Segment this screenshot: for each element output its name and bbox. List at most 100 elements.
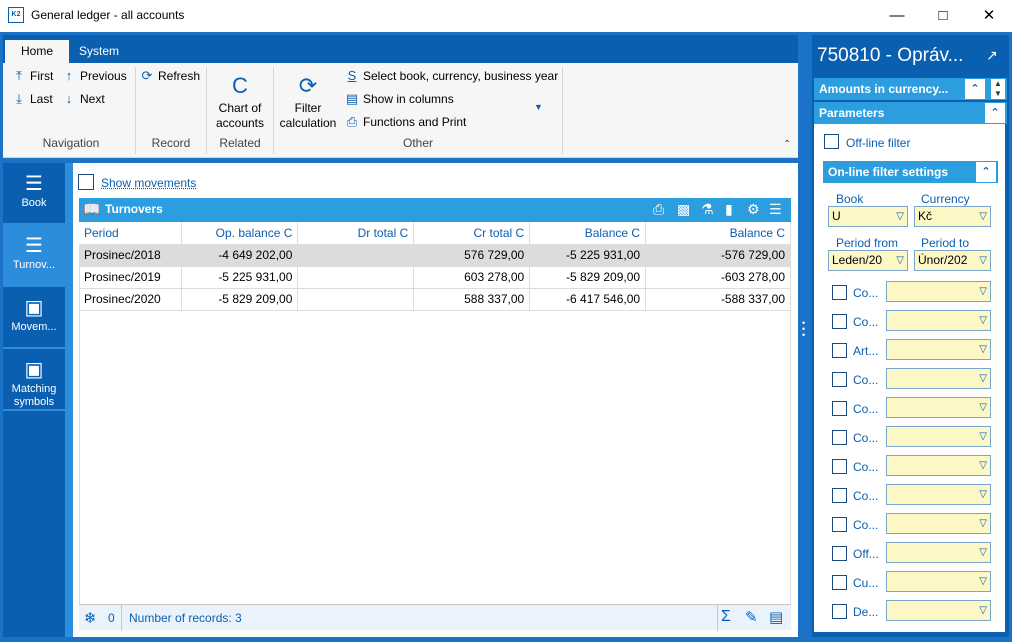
dropdown-icon[interactable]: ▽ xyxy=(979,572,987,591)
filter-checkbox[interactable] xyxy=(832,285,847,300)
checkbox[interactable] xyxy=(78,174,94,190)
sum-icon[interactable]: Σ xyxy=(721,608,731,626)
snowflake-icon[interactable]: ❄ xyxy=(84,609,97,627)
dropdown-icon[interactable]: ▽ xyxy=(979,311,987,330)
printer-icon[interactable]: ⎙ xyxy=(653,201,664,218)
column-header[interactable]: Cr total C xyxy=(413,222,531,245)
chevron-down-icon[interactable]: ▼ xyxy=(534,97,543,117)
last-button[interactable]: ⤓ Last xyxy=(12,89,53,109)
dropdown-icon[interactable]: ▽ xyxy=(979,514,987,533)
dropdown-icon[interactable]: ▽ xyxy=(979,282,987,301)
add-record-icon[interactable]: ▤ xyxy=(769,608,783,626)
show-movements-label[interactable]: Show movements xyxy=(101,176,196,190)
filter-input[interactable]: ▽ xyxy=(886,484,991,505)
filter-input[interactable]: ▽ xyxy=(886,368,991,389)
filter-checkbox[interactable] xyxy=(832,430,847,445)
show-in-columns-button[interactable]: ▤ Show in columns xyxy=(345,89,454,109)
close-button[interactable]: ✕ xyxy=(966,0,1012,32)
splitter-handle[interactable]: • • • xyxy=(802,319,805,340)
column-header[interactable]: Op. balance C xyxy=(181,222,299,245)
tree-icon[interactable]: ⚗ xyxy=(701,201,714,218)
column-header[interactable]: Dr total C xyxy=(297,222,415,245)
select-s-icon: S xyxy=(347,68,357,83)
dropdown-icon[interactable]: ▽ xyxy=(979,427,987,446)
filter-input[interactable]: ▽ xyxy=(886,426,991,447)
menu-icon[interactable]: ☰ xyxy=(769,201,782,218)
dropdown-icon[interactable]: ▽ xyxy=(979,207,987,226)
dropdown-icon[interactable]: ▽ xyxy=(896,207,904,226)
filter-checkbox[interactable] xyxy=(832,488,847,503)
filter-checkbox[interactable] xyxy=(832,343,847,358)
filter-checkbox[interactable] xyxy=(832,575,847,590)
table-row[interactable]: Prosinec/2018 -4 649 202,00 576 729,00 -… xyxy=(79,244,791,267)
offline-filter-checkbox[interactable] xyxy=(824,134,839,149)
filter-checkbox[interactable] xyxy=(832,459,847,474)
period-from-input[interactable]: Leden/20 ▽ xyxy=(828,250,908,271)
offline-filter-label[interactable]: Off-line filter xyxy=(846,136,910,150)
filter-input[interactable]: ▽ xyxy=(886,281,991,302)
tab-system[interactable]: System xyxy=(63,40,135,63)
period-to-input[interactable]: Únor/202 ▽ xyxy=(914,250,991,271)
filter-input[interactable]: ▽ xyxy=(886,339,991,360)
filter-calculation-button[interactable]: ⟳ Filter calculation xyxy=(276,73,340,131)
filter-checkbox[interactable] xyxy=(832,517,847,532)
collapse-ribbon-icon[interactable]: ⌃ xyxy=(783,135,791,155)
filter-input[interactable]: ▽ xyxy=(886,310,991,331)
nav-item-turnovers[interactable]: ☰ Turnov... xyxy=(3,225,65,287)
previous-button[interactable]: ↑ Previous xyxy=(62,66,127,86)
external-link-icon[interactable]: ↗ xyxy=(986,47,998,64)
table-row[interactable]: Prosinec/2019 -5 225 931,00 603 278,00 -… xyxy=(79,266,791,289)
filter-checkbox[interactable] xyxy=(832,546,847,561)
nav-item-movements[interactable]: ▣ Movem... xyxy=(3,287,65,349)
first-button[interactable]: ⤒ First xyxy=(12,66,53,86)
column-header[interactable]: Period xyxy=(79,222,183,245)
tab-home[interactable]: Home xyxy=(5,40,70,63)
filter-input[interactable]: ▽ xyxy=(886,513,991,534)
show-movements-checkbox[interactable] xyxy=(78,174,94,190)
dropdown-icon[interactable]: ▽ xyxy=(979,340,987,359)
parameters-header[interactable]: Parameters ⌃ xyxy=(814,102,1007,124)
select-book-button[interactable]: S Select book, currency, business year xyxy=(345,66,559,86)
filter-input[interactable]: ▽ xyxy=(886,542,991,563)
maximize-button[interactable]: □ xyxy=(920,0,966,32)
minimize-button[interactable]: — xyxy=(874,0,920,32)
currency-input[interactable]: Kč ▽ xyxy=(914,206,991,227)
amounts-header[interactable]: Amounts in currency... ⌃ ▲ ▼ xyxy=(814,78,1007,100)
nav-item-matching-symbols[interactable]: ▣ Matching symbols xyxy=(3,349,65,411)
table-row[interactable]: Prosinec/2020 -5 829 209,00 588 337,00 -… xyxy=(79,288,791,311)
online-filter-header[interactable]: On-line filter settings ⌃ xyxy=(823,161,998,183)
filter-checkbox[interactable] xyxy=(832,372,847,387)
filter-input[interactable]: ▽ xyxy=(886,455,991,476)
functions-print-button[interactable]: ⎙ Functions and Print xyxy=(345,112,467,132)
dropdown-icon[interactable]: ▽ xyxy=(979,369,987,388)
next-button[interactable]: ↓ Next xyxy=(62,89,105,109)
dropdown-icon[interactable]: ▽ xyxy=(979,398,987,417)
gear-icon[interactable]: ⚙ xyxy=(747,201,760,218)
dropdown-icon[interactable]: ▽ xyxy=(896,251,904,270)
column-header[interactable]: Balance C xyxy=(645,222,791,245)
chevron-up-icon[interactable]: ⌃ xyxy=(976,162,996,182)
column-header[interactable]: Balance C xyxy=(529,222,647,245)
book-input[interactable]: U ▽ xyxy=(828,206,908,227)
dropdown-icon[interactable]: ▽ xyxy=(979,543,987,562)
nav-item-book[interactable]: ☰ Book xyxy=(3,163,65,225)
scroll-arrows-icon[interactable]: ▲ ▼ xyxy=(991,79,1005,99)
filter-checkbox[interactable] xyxy=(832,401,847,416)
status-bar: ❄ 0 Number of records: 3 Σ ✎ ▤ xyxy=(79,604,791,631)
filter-checkbox[interactable] xyxy=(832,604,847,619)
dropdown-icon[interactable]: ▽ xyxy=(979,456,987,475)
chevron-up-icon[interactable]: ⌃ xyxy=(985,103,1005,123)
columns-icon[interactable]: ▮ xyxy=(725,201,733,218)
dropdown-icon[interactable]: ▽ xyxy=(979,251,987,270)
chart-of-accounts-button[interactable]: C Chart of accounts xyxy=(210,73,270,131)
filter-input[interactable]: ▽ xyxy=(886,397,991,418)
refresh-button[interactable]: ⟳ Refresh xyxy=(140,66,200,86)
filter-input[interactable]: ▽ xyxy=(886,600,991,621)
bar-chart-icon[interactable]: ▩ xyxy=(677,201,690,218)
filter-input[interactable]: ▽ xyxy=(886,571,991,592)
dropdown-icon[interactable]: ▽ xyxy=(979,485,987,504)
edit-icon[interactable]: ✎ xyxy=(745,608,758,626)
dropdown-icon[interactable]: ▽ xyxy=(979,601,987,620)
filter-checkbox[interactable] xyxy=(832,314,847,329)
chevron-up-icon[interactable]: ⌃ xyxy=(965,79,985,99)
